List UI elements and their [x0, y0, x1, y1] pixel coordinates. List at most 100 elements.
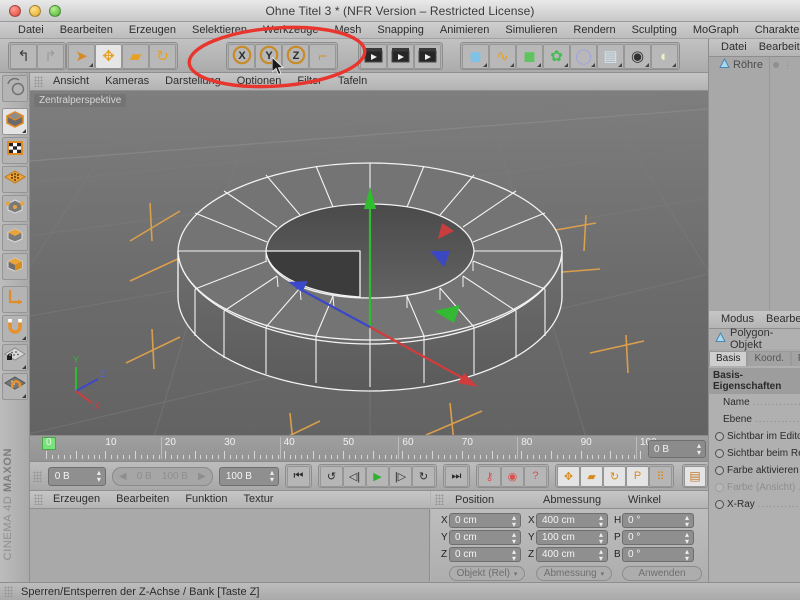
submenu-arrow-icon[interactable] — [22, 336, 26, 340]
stepper-icon[interactable]: ▴▾ — [512, 548, 516, 562]
next-frame-button[interactable]: |▷ — [389, 466, 412, 487]
key-rotation-button[interactable]: ↻ — [603, 466, 626, 487]
radio-icon[interactable] — [715, 466, 724, 475]
object-visibility-dots[interactable]: ⋮ — [773, 62, 792, 68]
attribute-row-x-ray[interactable]: X-Ray...................................… — [709, 496, 800, 513]
stepper-icon[interactable]: ▴▾ — [685, 531, 689, 545]
viewport-menu-kameras[interactable]: Kameras — [97, 73, 157, 90]
panel-grip-icon[interactable] — [435, 494, 444, 505]
submenu-arrow-icon[interactable] — [22, 365, 26, 369]
menu-item-bearbeiten[interactable]: Bearbeiten — [52, 22, 121, 38]
attribute-row-farbe-aktivieren[interactable]: Farbe aktivieren........................… — [709, 462, 800, 479]
coord-field-size-0[interactable]: 400 cm▴▾ — [536, 513, 608, 528]
menu-item-rendern[interactable]: Rendern — [565, 22, 623, 38]
generator-button[interactable]: ◼ — [516, 44, 543, 69]
redo-button[interactable]: ↱ — [37, 44, 64, 69]
move-tool-button[interactable]: ✥ — [95, 44, 122, 69]
scene-object-button[interactable]: ◯ — [570, 44, 597, 69]
key-scale-button[interactable]: ▰ — [580, 466, 603, 487]
menu-item-simulieren[interactable]: Simulieren — [497, 22, 565, 38]
light-button[interactable]: ◐ — [651, 44, 678, 69]
timeline-track[interactable]: 0102030405060708090100 — [42, 436, 644, 463]
coord-field-position-0[interactable]: 0 cm▴▾ — [449, 513, 521, 528]
coord-field-angle-2[interactable]: 0 °▴▾ — [622, 547, 694, 562]
attribute-row-ebene[interactable]: Ebene...................................… — [709, 411, 800, 428]
menu-item-werkzeuge[interactable]: Werkzeuge — [255, 22, 326, 38]
stepper-icon[interactable]: ▴▾ — [512, 514, 516, 528]
submenu-arrow-icon[interactable] — [591, 63, 595, 67]
anim-range-field[interactable]: ◀0 B100 B▶ — [112, 467, 213, 486]
attribute-row-name[interactable]: Name....................................… — [709, 394, 800, 411]
render-view-button[interactable] — [360, 44, 387, 69]
goto-end-button[interactable]: ⏭ — [445, 466, 468, 487]
stepper-icon[interactable]: ▴▾ — [599, 548, 603, 562]
stepper-icon[interactable]: ▴▾ — [512, 531, 516, 545]
menu-item-snapping[interactable]: Snapping — [369, 22, 432, 38]
anim-start-field[interactable]: 0 B▴▾ — [48, 467, 106, 486]
viewport-menu-tafeln[interactable]: Tafeln — [330, 73, 375, 90]
keyframe-selection-button[interactable]: ? — [524, 466, 547, 487]
submenu-arrow-icon[interactable] — [510, 63, 514, 67]
submenu-arrow-icon[interactable] — [564, 63, 568, 67]
environment-button[interactable]: ▤ — [597, 44, 624, 69]
viewport-menu-filter[interactable]: Filter — [289, 73, 329, 90]
make-editable-button[interactable] — [2, 75, 28, 102]
lock-workplane-button[interactable] — [2, 344, 28, 371]
lock-z-axis-button[interactable]: Z — [282, 44, 309, 69]
chevron-down-icon[interactable]: ▾ — [601, 570, 605, 578]
coord-field-angle-1[interactable]: 0 °▴▾ — [622, 530, 694, 545]
record-keyframe-button[interactable]: ⚷ — [478, 466, 501, 487]
attribute-row-sichtbar-im-editor[interactable]: Sichtbar im Editor......................… — [709, 428, 800, 445]
world-object-coordinates-button[interactable]: ⌐ — [309, 44, 336, 69]
material-manager-area[interactable] — [30, 509, 430, 582]
play-button[interactable]: ▶ — [366, 466, 389, 487]
key-parameter-button[interactable]: P — [626, 466, 649, 487]
polygons-mode-button[interactable] — [2, 224, 28, 251]
radio-icon[interactable] — [715, 449, 724, 458]
submenu-arrow-icon[interactable] — [618, 63, 622, 67]
chevron-down-icon[interactable]: ▾ — [514, 570, 518, 578]
goto-start-button[interactable]: ⏮ — [287, 466, 310, 487]
coord-field-angle-0[interactable]: 0 °▴▾ — [622, 513, 694, 528]
coord-mode-button[interactable]: Objekt (Rel)▾ — [449, 566, 525, 581]
edges-mode-button[interactable] — [2, 195, 28, 222]
viewport-menu-darstellung[interactable]: Darstellung — [157, 73, 229, 90]
submenu-arrow-icon[interactable] — [537, 63, 541, 67]
previous-keyframe-button[interactable]: ↺ — [320, 466, 343, 487]
anim-end-field[interactable]: 100 B▴▾ — [219, 467, 279, 486]
object-row-roehre[interactable]: Röhre ⋮ — [709, 57, 800, 73]
undo-button[interactable]: ↰ — [10, 44, 37, 69]
stepper-icon[interactable]: ▴▾ — [697, 442, 701, 456]
scale-tool-button[interactable]: ▰ — [122, 44, 149, 69]
key-pla-button[interactable]: ⠿ — [649, 466, 672, 487]
current-frame-field[interactable]: 0 B ▴▾ — [648, 440, 706, 458]
submenu-arrow-icon[interactable] — [89, 63, 93, 67]
render-settings-button[interactable] — [414, 44, 441, 69]
attribute-row-sichtbar-beim-rendern[interactable]: Sichtbar beim Rendern...................… — [709, 445, 800, 462]
submenu-arrow-icon[interactable] — [22, 129, 26, 133]
radio-icon[interactable] — [715, 483, 724, 492]
submenu-arrow-icon[interactable] — [672, 63, 676, 67]
primitive-cube-button[interactable]: ◼ — [462, 44, 489, 69]
next-keyframe-button[interactable]: ↻ — [412, 466, 435, 487]
menu-item-mograph[interactable]: MoGraph — [685, 22, 747, 38]
range-left-arrow-icon[interactable]: ◀ — [119, 471, 127, 482]
panel-grip-icon[interactable] — [34, 76, 43, 87]
render-region-button[interactable] — [387, 44, 414, 69]
viewport-menu-ansicht[interactable]: Ansicht — [45, 73, 97, 90]
workplane-button[interactable] — [2, 373, 28, 400]
timeline-ruler[interactable]: 0102030405060708090100 0 B ▴▾ — [30, 435, 708, 462]
stepper-icon[interactable]: ▴▾ — [599, 514, 603, 528]
panel-grip-icon[interactable] — [4, 586, 13, 597]
attr-menu-bearbeiten[interactable]: Bearbeiten — [760, 311, 800, 328]
panel-grip-icon[interactable] — [33, 471, 42, 482]
coord-field-size-2[interactable]: 400 cm▴▾ — [536, 547, 608, 562]
submenu-arrow-icon[interactable] — [645, 63, 649, 67]
camera-button[interactable]: ◉ — [624, 44, 651, 69]
radio-icon[interactable] — [715, 432, 724, 441]
menu-item-datei[interactable]: Datei — [10, 22, 52, 38]
menu-item-animieren[interactable]: Animieren — [432, 22, 498, 38]
obj-menu-bearbeiten[interactable]: Bearbeiten — [753, 39, 800, 56]
menu-item-erzeugen[interactable]: Erzeugen — [121, 22, 184, 38]
submenu-arrow-icon[interactable] — [22, 394, 26, 398]
